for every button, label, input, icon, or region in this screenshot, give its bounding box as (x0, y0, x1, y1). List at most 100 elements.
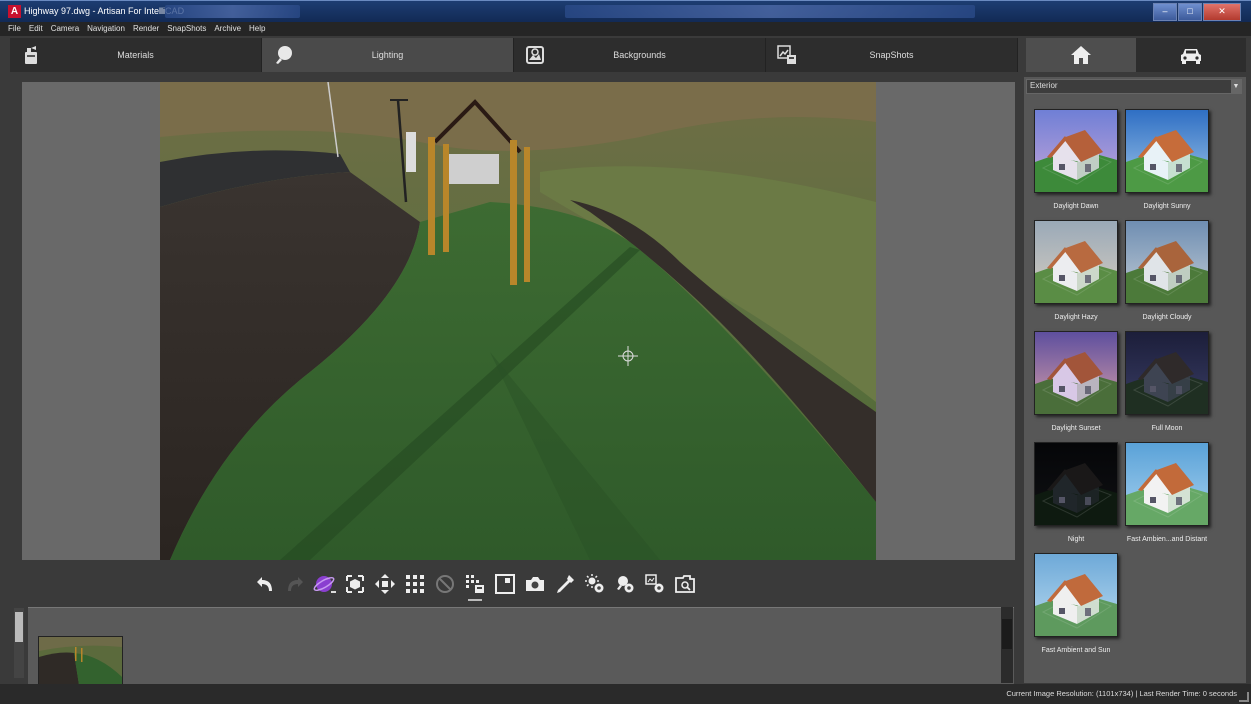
undo-icon (257, 577, 272, 591)
undo-button[interactable] (250, 569, 280, 599)
tab-lighting[interactable]: Lighting (262, 38, 514, 72)
lighting-presets-panel: Exterior ▼ Daylight Dawn Daylight Sunny Da… (1024, 77, 1246, 683)
eyedropper-button[interactable] (550, 569, 580, 599)
strip-splitter[interactable] (14, 608, 24, 678)
render-options-button[interactable] (460, 569, 490, 601)
menu-navigation[interactable]: Navigation (83, 22, 129, 36)
zoom-extents-button[interactable] (340, 569, 370, 599)
tab-lighting-label: Lighting (371, 50, 404, 60)
preset-thumbnail (1034, 331, 1118, 415)
preset-label: Fast Ambien...and Distant (1126, 536, 1208, 543)
preset-thumbnail (1125, 220, 1209, 304)
snapshot-camera-icon (526, 577, 544, 591)
minimize-button[interactable]: – (1153, 3, 1177, 21)
batch-render-icon (645, 574, 664, 593)
menu-archive[interactable]: Archive (210, 22, 245, 36)
house-preview-image (1035, 332, 1117, 414)
lighting-preset-tile[interactable]: Daylight Sunset (1031, 331, 1121, 432)
tab-materials[interactable]: Materials (10, 38, 262, 72)
safe-frame-button[interactable] (490, 569, 520, 599)
tab-vehicle[interactable] (1136, 38, 1246, 72)
preset-thumbnail (1034, 553, 1118, 637)
image-viewer-icon (675, 575, 695, 593)
menu-file[interactable]: File (4, 22, 25, 36)
batch-render-button[interactable] (640, 569, 670, 599)
close-button[interactable]: ✕ (1203, 3, 1241, 21)
lighting-preset-tile[interactable]: Daylight Hazy (1031, 220, 1121, 321)
lighting-preset-tile[interactable]: Daylight Sunny (1122, 109, 1212, 210)
safe-frame-icon (495, 574, 515, 594)
redo-button[interactable] (280, 569, 310, 599)
grid-button[interactable] (400, 569, 430, 599)
house-preview-image (1035, 443, 1117, 525)
tab-exterior-house[interactable] (1026, 38, 1136, 72)
strip-scrollbar[interactable] (1001, 607, 1013, 683)
scene-image (160, 82, 876, 560)
splitter-handle[interactable] (15, 612, 23, 642)
preset-label: Daylight Sunset (1051, 425, 1101, 432)
resize-grip-icon[interactable] (1239, 692, 1249, 702)
house-preview-image (1035, 221, 1117, 303)
house-preview-image (1126, 443, 1208, 525)
maximize-button[interactable]: □ (1178, 3, 1202, 21)
preset-label: Daylight Sunny (1143, 203, 1191, 210)
strip-scroll-thumb[interactable] (1002, 619, 1012, 649)
house-preview-image (1126, 221, 1208, 303)
snapshot-thumbnail-image (39, 637, 122, 685)
preset-thumbnail (1125, 442, 1209, 526)
tab-snapshots[interactable]: SnapShots (766, 38, 1018, 72)
view-toolbar (250, 568, 700, 601)
rendered-scene[interactable] (160, 82, 876, 560)
window-title: Highway 97.dwg - Artisan For IntelliCAD (24, 6, 185, 16)
preset-label: Full Moon (1151, 425, 1183, 432)
preset-thumbnail (1034, 220, 1118, 304)
grid-icon (406, 575, 424, 593)
lighting-preset-tile[interactable]: Fast Ambien...and Distant (1122, 442, 1212, 543)
house-preview-image (1035, 110, 1117, 192)
menu-camera[interactable]: Camera (47, 22, 83, 36)
active-tool-indicator (468, 599, 482, 601)
menu-snapshots[interactable]: SnapShots (163, 22, 210, 36)
preset-label: Daylight Hazy (1054, 314, 1098, 321)
light-settings-button[interactable] (610, 569, 640, 599)
pan-button[interactable] (370, 569, 400, 599)
orbit-icon (313, 576, 336, 593)
house-preview-image (1126, 332, 1208, 414)
view-tabs (1026, 38, 1246, 72)
image-viewer-button[interactable] (670, 569, 700, 599)
lighting-preset-tile[interactable]: Night (1031, 442, 1121, 543)
cancel-button[interactable] (430, 569, 460, 599)
render-options-icon (466, 575, 484, 593)
lighting-preset-tile[interactable]: Full Moon (1122, 331, 1212, 432)
lighting-preset-tile[interactable]: Fast Ambient and Sun (1031, 553, 1121, 654)
app-logo-icon: A (8, 5, 21, 18)
menu-help[interactable]: Help (245, 22, 269, 36)
menu-render[interactable]: Render (129, 22, 163, 36)
sun-settings-icon (585, 574, 604, 593)
tab-backgrounds[interactable]: Backgrounds (514, 38, 766, 72)
lighting-preset-tile[interactable]: Daylight Dawn (1031, 109, 1121, 210)
redo-icon (288, 577, 303, 591)
window-controls: – □ ✕ (1152, 3, 1241, 21)
tab-snapshots-label: SnapShots (869, 50, 914, 60)
sun-settings-button[interactable] (580, 569, 610, 599)
menu-edit[interactable]: Edit (25, 22, 47, 36)
preset-thumbnail (1034, 109, 1118, 193)
snapshot-thumbnail[interactable] (38, 636, 123, 686)
status-text: Current Image Resolution: (1101x734) | L… (1006, 689, 1237, 698)
snapshot-camera-button[interactable] (520, 569, 550, 599)
preset-thumbnail (1125, 331, 1209, 415)
house-preview-image (1035, 554, 1117, 636)
eyedropper-icon (557, 575, 574, 593)
lighting-preset-tile[interactable]: Daylight Cloudy (1122, 220, 1212, 321)
preset-label: Night (1067, 536, 1085, 543)
title-bar: A Highway 97.dwg - Artisan For IntelliCA… (0, 0, 1251, 22)
preset-label: Fast Ambient and Sun (1041, 647, 1111, 654)
category-dropdown-value: Exterior (1030, 81, 1058, 90)
category-dropdown[interactable]: Exterior ▼ (1026, 79, 1242, 94)
house-preview-image (1126, 110, 1208, 192)
cancel-icon (436, 575, 454, 593)
preset-label: Daylight Cloudy (1142, 314, 1192, 321)
orbit-button[interactable] (310, 569, 340, 599)
preset-thumbnail (1034, 442, 1118, 526)
